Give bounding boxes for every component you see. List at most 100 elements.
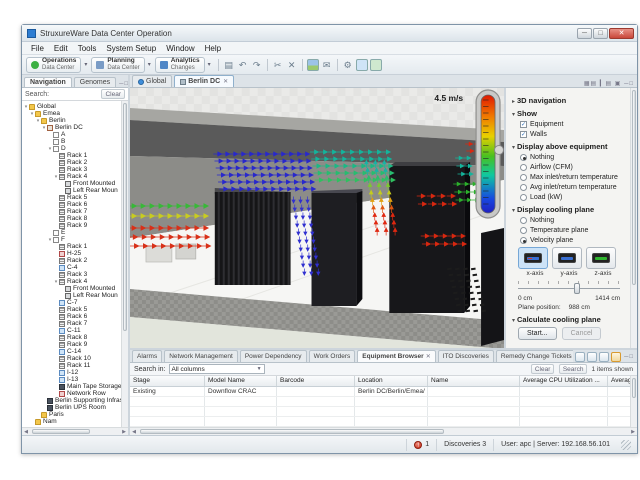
bottom-tab-equipment-browser[interactable]: Equipment Browser✕: [357, 350, 435, 362]
search-clear-button[interactable]: Clear: [101, 89, 125, 99]
column-header-location[interactable]: Location: [355, 376, 428, 386]
tree-node-rack-5[interactable]: Rack 5: [22, 194, 121, 201]
tree-node-front-mounted[interactable]: Front Mounted: [22, 180, 121, 187]
tree-node-c-4[interactable]: C-4: [22, 264, 121, 271]
menu-tools[interactable]: Tools: [73, 44, 102, 53]
start-button[interactable]: Start...: [518, 327, 557, 340]
tree-node-berlin[interactable]: ▾Berlin: [22, 117, 121, 124]
bottom-tab-work-orders[interactable]: Work Orders: [309, 350, 356, 362]
checkbox-icon[interactable]: ✓: [520, 131, 527, 138]
tab-navigation[interactable]: Navigation: [24, 77, 72, 87]
delete-icon[interactable]: ✕: [286, 59, 298, 71]
tree-node-rack-2[interactable]: Rack 2: [22, 159, 121, 166]
tab-genomes[interactable]: Genomes: [74, 77, 116, 87]
mail-icon[interactable]: ✉: [321, 59, 333, 71]
z-axis-button[interactable]: [586, 247, 616, 269]
tree-node-emea[interactable]: ▾Emea: [22, 110, 121, 117]
tree-node-nam[interactable]: Nam: [22, 418, 121, 425]
tree-node-c-7[interactable]: C-7: [22, 299, 121, 306]
editor-view-icons[interactable]: ▦▤ ▎▤ ▣ ─□: [581, 80, 637, 87]
section-show[interactable]: ▾Show: [512, 109, 626, 118]
menu-window[interactable]: Window: [161, 44, 199, 53]
report-icon[interactable]: [356, 59, 368, 71]
perspective-operations[interactable]: OperationsData Center: [26, 57, 81, 73]
table-vertical-scrollbar[interactable]: [630, 376, 637, 427]
tree-node-rack-8[interactable]: Rack 8: [22, 334, 121, 341]
y-axis-button[interactable]: [552, 247, 582, 269]
section-3d-navigation[interactable]: ▸3D navigation: [512, 96, 626, 105]
tree-node-b[interactable]: B: [22, 138, 121, 145]
resize-grip[interactable]: [621, 440, 631, 450]
search-input[interactable]: Search:: [25, 91, 101, 98]
3d-room-viewport[interactable]: 4.5 m/s: [130, 88, 506, 348]
checkbox-icon[interactable]: ✓: [520, 121, 527, 128]
radio-icon[interactable]: [520, 194, 527, 201]
tree-horizontal-scrollbar[interactable]: ◀▶: [22, 427, 128, 435]
tree-node-left-rear-moun[interactable]: Left Rear Moun: [22, 292, 121, 299]
editor-tab-berlin-dc[interactable]: Berlin DC✕: [174, 75, 234, 87]
bottom-tab-alarms[interactable]: Alarms: [132, 350, 162, 362]
radio-avg-inlet-return-temperature[interactable]: Avg inlet/return temperature: [520, 184, 626, 191]
radio-icon[interactable]: [520, 174, 527, 181]
tree-node-rack-3[interactable]: Rack 3: [22, 271, 121, 278]
search-in-select[interactable]: All columns▼: [169, 364, 265, 374]
section-calculate[interactable]: ▾Calculate cooling plane: [512, 315, 626, 324]
planning-dropdown-icon[interactable]: ▾: [148, 61, 151, 68]
tree-node-i-12[interactable]: I-12: [22, 369, 121, 376]
bottom-tab-ito-discoveries[interactable]: ITO Discoveries: [438, 350, 494, 362]
tree-node-d[interactable]: ▾D: [22, 145, 121, 152]
radio-icon[interactable]: [520, 164, 527, 171]
section-cooling-plane[interactable]: ▾Display cooling plane: [512, 205, 626, 214]
tree-node-h-25[interactable]: H-25: [22, 250, 121, 257]
tree-node-c-14[interactable]: C-14: [22, 348, 121, 355]
tree-node-rack-9[interactable]: Rack 9: [22, 341, 121, 348]
tree-node-global[interactable]: ▾Global: [22, 103, 121, 110]
save-icon[interactable]: ▤: [223, 59, 235, 71]
column-header-name[interactable]: Name: [428, 376, 520, 386]
tree-node-left-rear-moun[interactable]: Left Rear Moun: [22, 187, 121, 194]
table-row[interactable]: ExistingDownflow CRACBerlin DC/Berlin/Em…: [130, 387, 630, 397]
tree-node-rack-1[interactable]: Rack 1: [22, 152, 121, 159]
undo-icon[interactable]: ↶: [237, 59, 249, 71]
radio-icon[interactable]: [520, 217, 527, 224]
radio-icon[interactable]: [520, 237, 527, 244]
tree-node-i-13[interactable]: I-13: [22, 376, 121, 383]
plane-position-slider[interactable]: [518, 281, 620, 293]
column-header-average-cpu-utilization-[interactable]: Average CPU Utilization ...: [520, 376, 608, 386]
tree-node-berlin-dc[interactable]: ▾Berlin DC: [22, 124, 121, 131]
tree-node-a[interactable]: A: [22, 131, 121, 138]
tree-node-berlin-ups-room[interactable]: Berlin UPS Room: [22, 404, 121, 411]
x-axis-button[interactable]: [518, 247, 548, 269]
alarm-status[interactable]: ! 1: [406, 439, 436, 451]
column-header-average-pow-[interactable]: Average Pow...: [608, 376, 630, 386]
tree-node-rack-10[interactable]: Rack 10: [22, 355, 121, 362]
tree-node-c-11[interactable]: C-11: [22, 327, 121, 334]
tree-node-rack-6[interactable]: Rack 6: [22, 313, 121, 320]
tree-node-network-row[interactable]: Network Row: [22, 390, 121, 397]
table-horizontal-scrollbar[interactable]: ◀▶: [130, 427, 637, 435]
menu-system-setup[interactable]: System Setup: [101, 44, 161, 53]
checkbox-equipment[interactable]: ✓Equipment: [520, 121, 626, 128]
tree-node-rack-8[interactable]: Rack 8: [22, 215, 121, 222]
tree-node-f[interactable]: ▾F: [22, 236, 121, 243]
export-icon[interactable]: [370, 59, 382, 71]
tree-node-rack-7[interactable]: Rack 7: [22, 320, 121, 327]
perspective-analytics[interactable]: AnalyticsChanges: [155, 57, 205, 73]
radio-max-inlet-return-temperature[interactable]: Max inlet/return temperature: [520, 174, 626, 181]
editor-tab-global[interactable]: Global: [132, 75, 172, 87]
close-tab-icon[interactable]: ✕: [426, 353, 431, 360]
menu-file[interactable]: File: [26, 44, 49, 53]
radio-icon[interactable]: [520, 184, 527, 191]
tree-node-paris[interactable]: Paris: [22, 411, 121, 418]
discoveries-status[interactable]: Discoveries 3: [436, 439, 493, 451]
close-tab-icon[interactable]: ✕: [223, 78, 228, 85]
tree-node-rack-11[interactable]: Rack 11: [22, 362, 121, 369]
menu-help[interactable]: Help: [200, 44, 226, 53]
tree-node-front-mounted[interactable]: Front Mounted: [22, 285, 121, 292]
tree-node-rack-1[interactable]: Rack 1: [22, 243, 121, 250]
operations-dropdown-icon[interactable]: ▾: [84, 61, 87, 68]
tree-node-e[interactable]: E: [22, 229, 121, 236]
filter-clear-button[interactable]: Clear: [531, 364, 555, 374]
tree-node-main-tape-storage[interactable]: Main Tape Storage: [22, 383, 121, 390]
maximize-button[interactable]: □: [593, 28, 608, 39]
